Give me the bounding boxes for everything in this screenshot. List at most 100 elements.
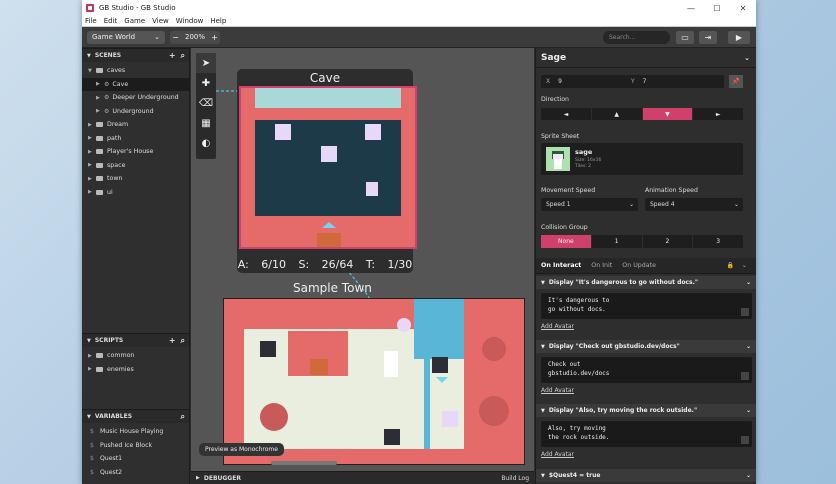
- direction-down-button[interactable]: ▼: [642, 108, 693, 120]
- tree-scene-cave[interactable]: ▶ ⚙ Cave: [82, 77, 189, 91]
- collision-2-button[interactable]: 2: [642, 235, 693, 248]
- dialogue-text: Also, try moving the rock outside.: [548, 425, 610, 441]
- tree-folder-town[interactable]: ▶ town: [82, 172, 189, 186]
- movement-speed-select[interactable]: Speed 1 ⌄: [541, 198, 638, 211]
- search-icon[interactable]: ⌕: [181, 412, 185, 422]
- close-button[interactable]: ✕: [730, 0, 756, 16]
- dialogue-textarea[interactable]: Check out gbstudio.dev/docs: [541, 357, 752, 383]
- zoom-in-button[interactable]: +: [209, 31, 220, 44]
- direction-up-button[interactable]: ▲: [591, 108, 642, 120]
- open-folder-button[interactable]: ▭: [676, 31, 694, 44]
- caret-down-icon: ▼: [541, 472, 545, 479]
- menu-window[interactable]: Window: [176, 17, 204, 25]
- sprite-sheet-select[interactable]: sage Size: 16x16 Tiles: 2: [541, 143, 743, 175]
- maximize-button[interactable]: ☐: [704, 0, 730, 16]
- variable-item[interactable]: $ Pushed Ice Block: [82, 439, 189, 453]
- event-header[interactable]: ▼ $Quest4 = true ⌄: [536, 469, 756, 482]
- chevron-down-icon[interactable]: ⌄: [746, 472, 751, 479]
- preview-monochrome-button[interactable]: Preview as Monochrome: [199, 443, 284, 456]
- scenes-header[interactable]: ▼ SCENES + ⌕: [82, 48, 189, 62]
- variables-header[interactable]: ▼ VARIABLES ⌕: [82, 409, 189, 423]
- dialogue-textarea[interactable]: Also, try moving the rock outside.: [541, 421, 752, 447]
- y-field[interactable]: Y7: [626, 75, 724, 88]
- animation-speed-select[interactable]: Speed 4 ⌄: [645, 198, 743, 211]
- chevron-down-icon[interactable]: ⌄: [746, 407, 751, 414]
- collision-none-button[interactable]: None: [541, 235, 591, 248]
- add-scene-button[interactable]: +: [169, 51, 176, 61]
- chevron-down-icon[interactable]: ⌄: [746, 343, 751, 350]
- x-field[interactable]: X9: [541, 75, 639, 88]
- build-log-button[interactable]: Build Log: [501, 475, 529, 482]
- collision-1-button[interactable]: 1: [591, 235, 642, 248]
- tree-folder-caves[interactable]: ▼ caves: [82, 64, 189, 78]
- minimize-button[interactable]: —: [678, 0, 704, 16]
- menu-edit[interactable]: Edit: [104, 17, 118, 25]
- search-icon[interactable]: ⌕: [181, 51, 185, 61]
- sprite-size: Size: 16x16: [575, 158, 602, 163]
- menu-game[interactable]: Game: [124, 17, 145, 25]
- folder-icon: [96, 353, 103, 359]
- tree-folder-path[interactable]: ▶ path: [82, 132, 189, 146]
- event-header[interactable]: ▼ Display "It's dangerous to go without d…: [536, 276, 756, 289]
- actor-header: Sage ⌄: [536, 48, 756, 68]
- tree-folder-space[interactable]: ▶ space: [82, 159, 189, 173]
- tab-on-interact[interactable]: On Interact: [536, 262, 586, 269]
- add-script-button[interactable]: +: [169, 336, 176, 346]
- view-select[interactable]: Game World ⌄: [87, 30, 165, 44]
- tree-scene-underground[interactable]: ▶ ⚙ Underground: [82, 105, 189, 119]
- tree-folder-enemies[interactable]: ▶ enemies: [82, 363, 189, 377]
- text-options-icon[interactable]: [741, 308, 749, 316]
- search-input[interactable]: Search...: [603, 31, 670, 44]
- chevron-down-icon[interactable]: ⌄: [737, 262, 752, 269]
- add-avatar-link[interactable]: Add Avatar: [541, 451, 752, 458]
- menu-file[interactable]: File: [85, 17, 97, 25]
- menu-view[interactable]: View: [152, 17, 169, 25]
- add-avatar-link[interactable]: Add Avatar: [541, 323, 752, 330]
- play-button[interactable]: ▶: [728, 31, 750, 44]
- scripts-header[interactable]: ▼ SCRIPTS + ⌕: [82, 333, 189, 347]
- zoom-out-button[interactable]: −: [170, 31, 181, 44]
- variable-item[interactable]: $ Music House Playing: [82, 425, 189, 439]
- horizontal-scrollbar[interactable]: [271, 461, 337, 465]
- chevron-down-icon[interactable]: ⌄: [746, 279, 751, 286]
- tree-folder-players-house[interactable]: ▶ Player's House: [82, 145, 189, 159]
- chevron-down-icon[interactable]: ⌄: [744, 54, 750, 62]
- movement-speed-label: Movement Speed: [541, 187, 596, 194]
- pin-button[interactable]: 📌: [729, 75, 743, 88]
- event-display-dialogue: ▼ Display "Check out gbstudio.dev/docs" ⌄ …: [536, 340, 756, 394]
- scene-sample-town[interactable]: [223, 298, 525, 465]
- variable-item[interactable]: $ Quest2: [82, 466, 189, 480]
- debugger-bar[interactable]: ▶ DEBUGGER Build Log: [191, 471, 534, 484]
- tab-on-update[interactable]: On Update: [617, 262, 661, 269]
- search-icon[interactable]: ⌕: [181, 336, 185, 346]
- variables-list: $ Music House Playing $ Pushed Ice Block $…: [82, 425, 189, 479]
- direction-left-button[interactable]: ◄: [541, 108, 591, 120]
- world-canvas[interactable]: ➤ ✚ ⌫ ▦ ◐ Cave A: 6/10 S: 26/64 T: 1/30 …: [191, 48, 534, 471]
- scenes-header-label: SCENES: [94, 52, 122, 59]
- direction-right-button[interactable]: ►: [693, 108, 743, 120]
- main-toolbar: Game World ⌄ − 200% + Search... ▭ ⇥ ▶: [82, 27, 756, 48]
- tree-folder-common[interactable]: ▶ common: [82, 349, 189, 363]
- event-header[interactable]: ▼ Display "Check out gbstudio.dev/docs" ⌄: [536, 340, 756, 353]
- text-options-icon[interactable]: [741, 436, 749, 444]
- text-options-icon[interactable]: [741, 372, 749, 380]
- menu-help[interactable]: Help: [210, 17, 226, 25]
- tree-folder-ui[interactable]: ▶ ui: [82, 186, 189, 200]
- event-header[interactable]: ▼ Display "Also, try moving the rock outs…: [536, 404, 756, 417]
- tree-folder-dream[interactable]: ▶ Dream: [82, 118, 189, 132]
- dialogue-textarea[interactable]: It's dangerous to go without docs.: [541, 293, 752, 319]
- actor-name[interactable]: Sage: [541, 53, 566, 63]
- add-avatar-link[interactable]: Add Avatar: [541, 387, 752, 394]
- export-button[interactable]: ⇥: [699, 31, 717, 44]
- collision-3-button[interactable]: 3: [693, 235, 743, 248]
- sprite-name: sage: [575, 148, 593, 156]
- dialogue-text: It's dangerous to go without docs.: [548, 297, 610, 313]
- variable-item[interactable]: $ Quest1: [82, 452, 189, 466]
- scene-cave[interactable]: Cave A: 6/10 S: 26/64 T: 1/30: [237, 69, 417, 273]
- folder-icon: [96, 366, 103, 372]
- scene-cave-map[interactable]: [239, 86, 417, 249]
- tab-on-init[interactable]: On Init: [586, 262, 617, 269]
- folder-icon: ▭: [681, 33, 689, 42]
- direction-buttons: ◄ ▲ ▼ ►: [541, 108, 743, 120]
- tree-scene-deeper-underground[interactable]: ▶ ⚙ Deeper Underground: [82, 91, 189, 105]
